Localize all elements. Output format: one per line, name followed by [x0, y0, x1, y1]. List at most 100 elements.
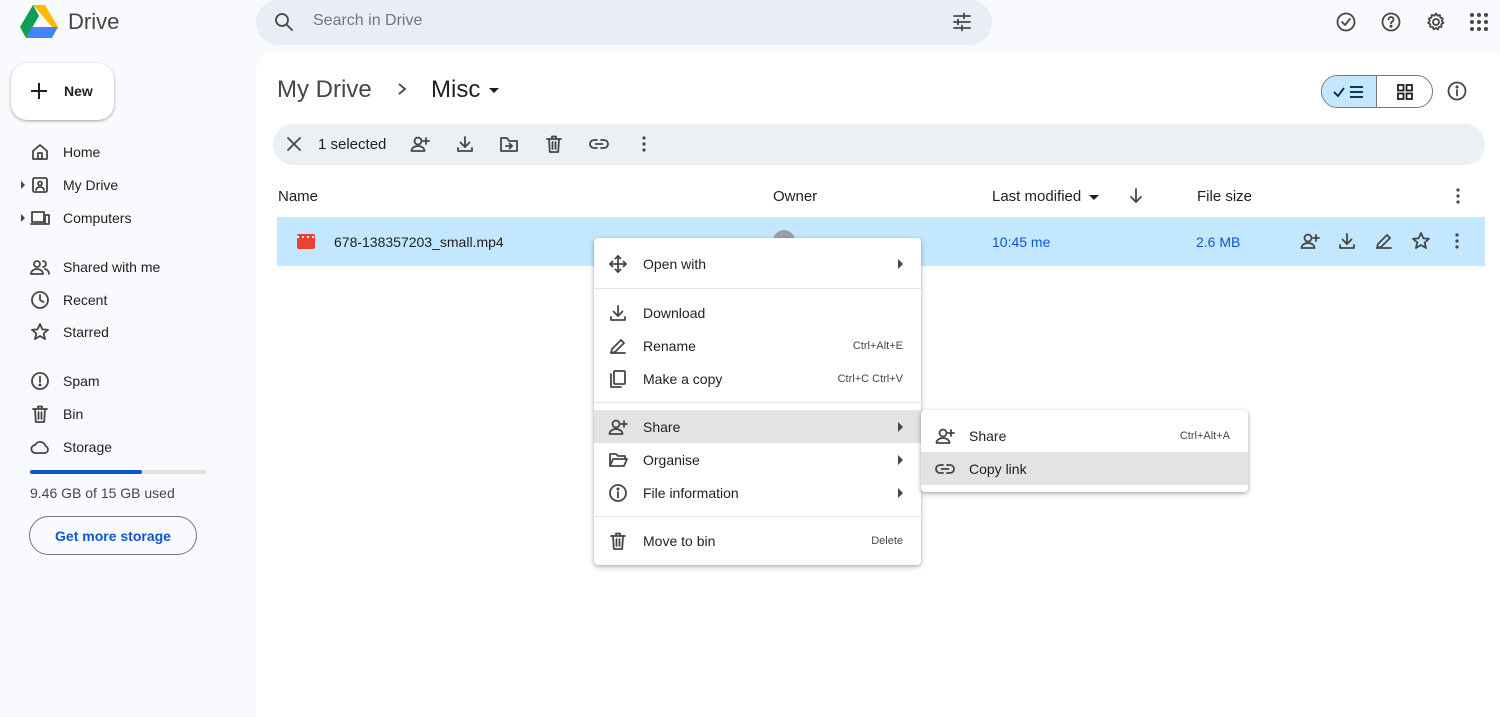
move-arrows-icon: [609, 255, 627, 273]
more-actions-icon[interactable]: [634, 134, 654, 154]
selected-count: 1 selected: [318, 136, 387, 153]
menu-item-organise[interactable]: Organise: [594, 443, 921, 476]
drive-logo[interactable]: [20, 5, 58, 39]
file-name: 678-138357203_small.mp4: [334, 234, 504, 250]
download-icon[interactable]: [455, 134, 475, 154]
sidebar-item-recent[interactable]: Recent: [28, 286, 228, 314]
sidebar-item-bin[interactable]: Bin: [28, 400, 228, 428]
row-download-icon[interactable]: [1337, 231, 1357, 251]
column-header-name[interactable]: Name: [278, 188, 318, 205]
clear-selection-close-icon[interactable]: [284, 134, 304, 154]
folder-open-icon: [609, 453, 628, 467]
sort-dropdown-icon[interactable]: [1089, 195, 1099, 200]
row-star-icon[interactable]: [1411, 231, 1431, 251]
star-icon: [31, 323, 49, 340]
submenu-arrow-icon: [898, 422, 903, 432]
help-icon[interactable]: [1379, 10, 1403, 34]
computers-icon: [30, 211, 50, 225]
submenu-item-share[interactable]: Share Ctrl+Alt+A: [921, 419, 1248, 452]
selection-action-bar: 1 selected: [273, 124, 1485, 165]
apps-grid-icon[interactable]: [1467, 10, 1491, 34]
sort-direction-arrow-icon[interactable]: [1126, 186, 1146, 206]
sidebar-item-computers[interactable]: Computers: [21, 204, 228, 232]
menu-item-share[interactable]: Share: [594, 410, 921, 443]
menu-item-open-with[interactable]: Open with: [594, 247, 921, 280]
download-icon: [610, 305, 626, 321]
grid-view-button[interactable]: [1377, 76, 1432, 107]
home-icon: [32, 144, 48, 160]
add-person-icon: [608, 419, 628, 435]
storage-progress-fill: [30, 470, 142, 474]
list-view-button[interactable]: [1322, 76, 1378, 107]
sidebar-item-spam[interactable]: Spam: [28, 367, 228, 395]
pencil-icon: [610, 339, 626, 354]
offline-ready-icon[interactable]: [1334, 10, 1358, 34]
view-toggle[interactable]: [1321, 75, 1433, 108]
folder-dropdown-icon[interactable]: [489, 88, 499, 93]
new-button-label: New: [64, 83, 93, 99]
info-icon: [609, 484, 627, 502]
sidebar-item-home[interactable]: Home: [28, 138, 228, 166]
column-header-owner[interactable]: Owner: [773, 188, 817, 205]
my-drive-icon: [32, 177, 48, 193]
submenu-item-copy-link[interactable]: Copy link: [921, 452, 1248, 485]
add-person-icon: [935, 428, 955, 444]
row-share-icon[interactable]: [1300, 231, 1320, 251]
shortcut-hint: Ctrl+Alt+E: [852, 340, 903, 352]
menu-item-make-a-copy[interactable]: Make a copy Ctrl+C Ctrl+V: [594, 362, 921, 395]
menu-item-file-information[interactable]: File information: [594, 476, 921, 509]
search-icon[interactable]: [274, 12, 294, 32]
row-rename-pencil-icon[interactable]: [1374, 231, 1394, 251]
search-bar[interactable]: [256, 0, 992, 45]
menu-item-download[interactable]: Download: [594, 296, 921, 329]
link-icon: [935, 464, 955, 474]
storage-progress-bar: [30, 470, 207, 474]
sidebar-item-storage[interactable]: Storage: [28, 433, 228, 461]
column-header-file-size[interactable]: File size: [1197, 188, 1252, 205]
expand-caret-icon[interactable]: [21, 181, 25, 189]
spam-icon: [31, 372, 49, 390]
menu-divider: [594, 288, 921, 289]
shortcut-hint: Delete: [871, 535, 903, 547]
settings-gear-icon[interactable]: [1424, 10, 1448, 34]
submenu-arrow-icon: [898, 259, 903, 269]
search-input[interactable]: [313, 12, 913, 30]
list-view-icon: [1333, 85, 1363, 98]
breadcrumb-current-folder[interactable]: Misc: [431, 76, 480, 104]
breadcrumb-my-drive[interactable]: My Drive: [277, 76, 372, 104]
menu-item-rename[interactable]: Rename Ctrl+Alt+E: [594, 329, 921, 362]
video-file-icon: [297, 234, 315, 249]
share-add-person-icon[interactable]: [410, 134, 430, 154]
storage-usage-text: 9.46 GB of 15 GB used: [30, 485, 175, 501]
search-options-icon[interactable]: [952, 12, 972, 32]
trash-icon: [32, 405, 48, 423]
menu-item-move-to-bin[interactable]: Move to bin Delete: [594, 524, 921, 557]
people-icon: [30, 260, 50, 275]
sidebar-item-my-drive[interactable]: My Drive: [21, 171, 228, 199]
sidebar-item-starred[interactable]: Starred: [28, 318, 228, 346]
context-menu: Open with Download Rename Ctrl+Alt+E Mak…: [594, 238, 921, 565]
shortcut-hint: Ctrl+C Ctrl+V: [837, 373, 903, 385]
submenu-arrow-icon: [898, 455, 903, 465]
plus-icon: [31, 83, 47, 99]
menu-divider: [594, 402, 921, 403]
row-more-actions-icon[interactable]: [1447, 231, 1467, 251]
file-size-value: 2.6 MB: [1196, 234, 1241, 250]
cloud-icon: [30, 441, 49, 454]
last-modified-value: 10:45 me: [992, 234, 1051, 250]
app-name: Drive: [68, 9, 120, 34]
trash-icon: [610, 532, 626, 550]
column-header-last-modified[interactable]: Last modified: [992, 188, 1081, 205]
list-options-more-icon[interactable]: [1448, 186, 1468, 206]
sidebar-item-shared-with-me[interactable]: Shared with me: [28, 253, 228, 281]
get-more-storage-button[interactable]: Get more storage: [29, 516, 197, 555]
share-submenu: Share Ctrl+Alt+A Copy link: [921, 410, 1248, 492]
move-to-folder-icon[interactable]: [499, 134, 519, 154]
shortcut-hint: Ctrl+Alt+A: [1179, 430, 1230, 442]
details-info-icon[interactable]: [1447, 81, 1467, 101]
new-button[interactable]: New: [11, 63, 114, 120]
delete-trash-icon[interactable]: [544, 134, 564, 154]
breadcrumb-chevron-icon: [395, 82, 409, 96]
copy-link-icon[interactable]: [589, 134, 609, 154]
expand-caret-icon[interactable]: [21, 214, 25, 222]
